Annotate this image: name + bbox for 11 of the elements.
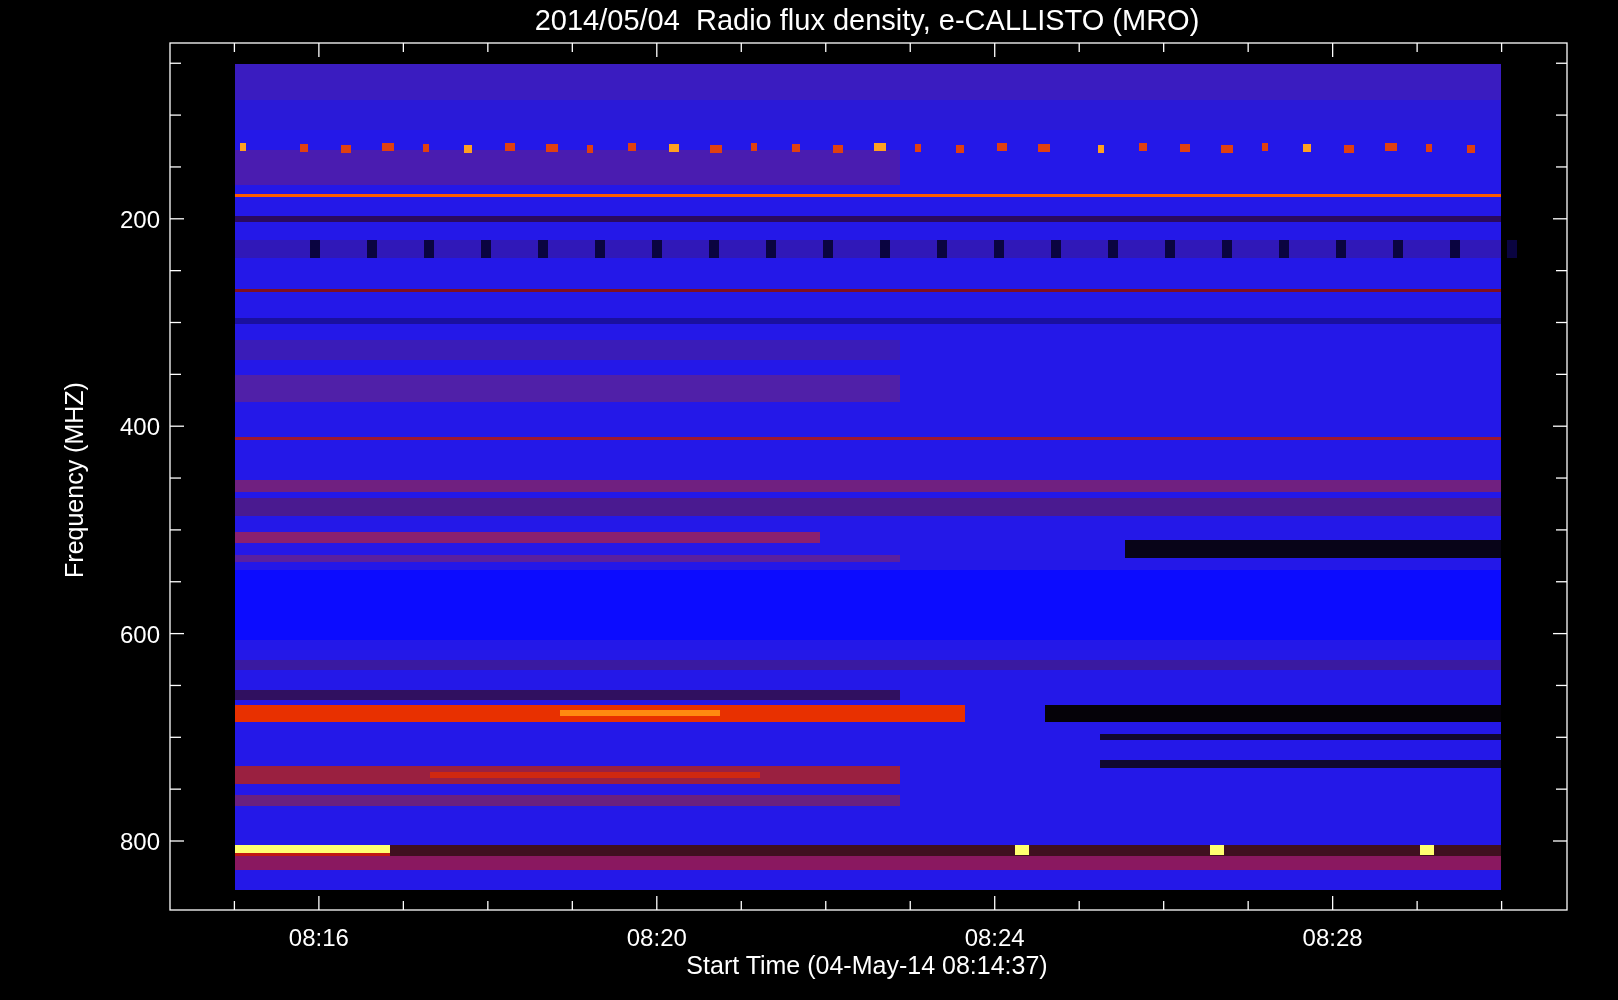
x-tick-label: 08:20	[626, 924, 687, 951]
x-tick-label: 08:16	[288, 924, 349, 951]
y-tick-label: 800	[119, 828, 160, 856]
y-tick-label: 600	[119, 620, 160, 648]
y-axis-label: Frequency (MHZ)	[60, 382, 88, 578]
x-tick-label: 08:24	[964, 924, 1025, 951]
y-tick-label: 200	[119, 206, 160, 233]
chart-title: 2014/05/04 Radio flux density, e-CALLISTO (MRO)	[534, 4, 1200, 36]
y-tick-label: 400	[119, 413, 160, 441]
x-axis-label: Start Time (04-May-14 08:14:37)	[686, 951, 1048, 979]
x-tick-label: 08:28	[1302, 924, 1363, 951]
